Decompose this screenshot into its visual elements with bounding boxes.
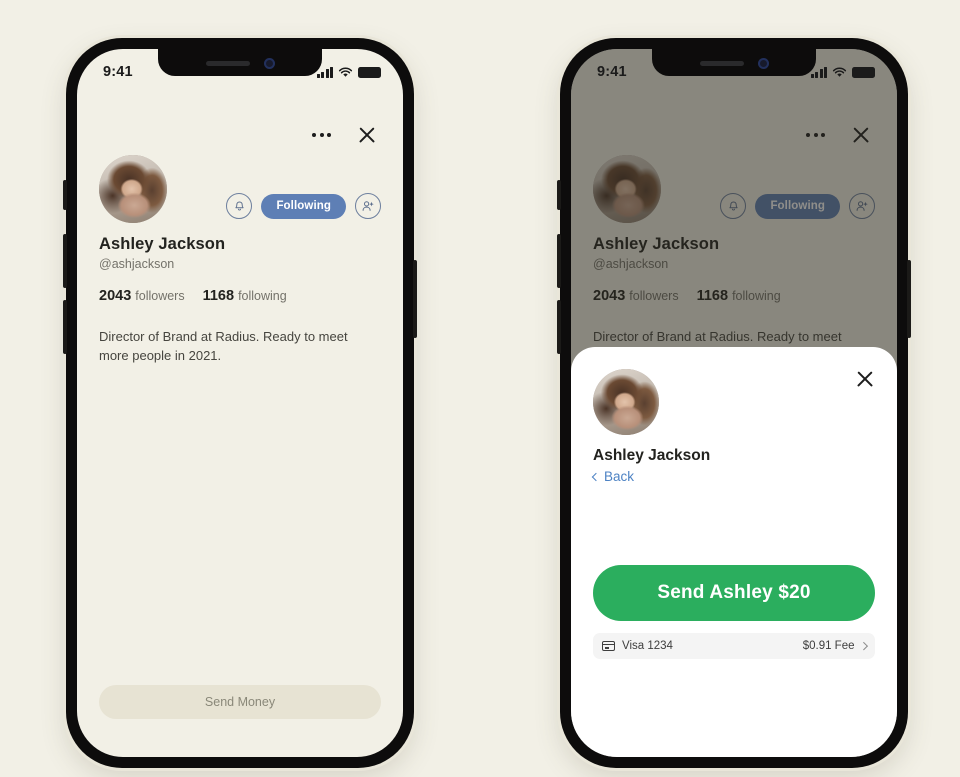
sheet-recipient-name: Ashley Jackson xyxy=(593,447,711,464)
following-label: following xyxy=(238,289,287,303)
phone-volume-up-button[interactable] xyxy=(557,234,561,288)
wifi-icon xyxy=(338,67,353,77)
status-bar-clock: 9:41 xyxy=(597,64,627,80)
add-person-sparkle-icon[interactable] xyxy=(355,193,381,219)
following-button[interactable]: Following xyxy=(261,193,346,219)
send-money-label: Send Money xyxy=(204,695,276,709)
profile-stats: 2043 followers 1168 following xyxy=(99,288,381,304)
close-icon[interactable] xyxy=(357,125,377,145)
profile-handle: @ashjackson xyxy=(99,257,175,271)
bell-icon[interactable] xyxy=(226,193,253,219)
more-options-icon[interactable] xyxy=(312,133,331,137)
close-icon[interactable] xyxy=(855,369,875,389)
phone-notch xyxy=(652,49,816,76)
avatar[interactable] xyxy=(593,369,659,435)
screenshot-stage: 9:41 Following Ashley Jackson @ashjackso… xyxy=(0,0,960,777)
profile-content: Following Ashley Jackson @ashjackson 204… xyxy=(77,49,403,757)
phone-notch xyxy=(158,49,322,76)
back-label: Back xyxy=(604,469,635,484)
followers-stat[interactable]: 2043 followers xyxy=(99,288,185,304)
send-payment-label: Send Ashley $20 xyxy=(657,582,811,603)
following-count: 1168 xyxy=(202,288,235,304)
page-title: Ashley Jackson xyxy=(99,235,226,253)
chevron-left-icon xyxy=(591,472,601,481)
followers-count: 2043 xyxy=(99,288,132,304)
payment-fee-info: $0.91 Fee xyxy=(802,640,868,652)
avatar-photo xyxy=(99,155,167,223)
profile-avatar-row: Following xyxy=(99,155,381,223)
payment-bottom-sheet: Ashley Jackson Back Send Ashley $20 Visa… xyxy=(571,347,897,757)
avatar-photo xyxy=(593,369,659,435)
payment-fee-label: $0.91 Fee xyxy=(802,640,855,652)
status-bar-icons xyxy=(810,66,875,78)
front-camera-icon xyxy=(263,58,275,69)
phone-screen-payment: 9:41 Ashley Jackson Back Send Ashley $20… xyxy=(571,49,897,757)
phone-volume-up-button[interactable] xyxy=(63,234,67,288)
phone-mockup-payment-sheet: 9:41 Ashley Jackson Back Send Ashley $20… xyxy=(557,38,911,768)
avatar[interactable] xyxy=(99,155,167,223)
phone-screen-profile: 9:41 Following Ashley Jackson @ashjackso… xyxy=(77,49,403,757)
payment-method-row[interactable]: Visa 1234 $0.91 Fee xyxy=(593,633,875,659)
phone-volume-down-button[interactable] xyxy=(557,300,561,354)
phone-mute-switch[interactable] xyxy=(63,180,67,210)
battery-icon xyxy=(358,66,381,78)
payment-method-info: Visa 1234 xyxy=(602,640,673,652)
front-camera-icon xyxy=(757,58,769,69)
sheet-header xyxy=(593,369,875,435)
earpiece-speaker xyxy=(699,61,744,66)
following-button-label: Following xyxy=(276,200,331,212)
back-link[interactable]: Back xyxy=(591,469,875,484)
profile-bio: Director of Brand at Radius. Ready to me… xyxy=(99,329,348,363)
send-money-button[interactable]: Send Money xyxy=(99,685,381,719)
credit-card-icon xyxy=(602,641,615,651)
phone-power-button[interactable] xyxy=(413,260,417,338)
following-stat[interactable]: 1168 following xyxy=(203,288,287,304)
phone-mockup-profile: 9:41 Following Ashley Jackson @ashjackso… xyxy=(63,38,417,768)
phone-mute-switch[interactable] xyxy=(557,180,561,210)
followers-label: followers xyxy=(135,289,185,303)
profile-action-buttons: Following xyxy=(226,193,381,223)
payment-method-label: Visa 1234 xyxy=(622,640,673,652)
chevron-right-icon xyxy=(859,642,868,650)
phone-power-button[interactable] xyxy=(907,260,911,338)
battery-icon xyxy=(852,66,875,78)
send-payment-button[interactable]: Send Ashley $20 xyxy=(593,565,875,621)
earpiece-speaker xyxy=(205,61,250,66)
wifi-icon xyxy=(832,67,847,77)
status-bar-icons xyxy=(316,66,381,78)
phone-volume-down-button[interactable] xyxy=(63,300,67,354)
status-bar-clock: 9:41 xyxy=(103,64,133,80)
